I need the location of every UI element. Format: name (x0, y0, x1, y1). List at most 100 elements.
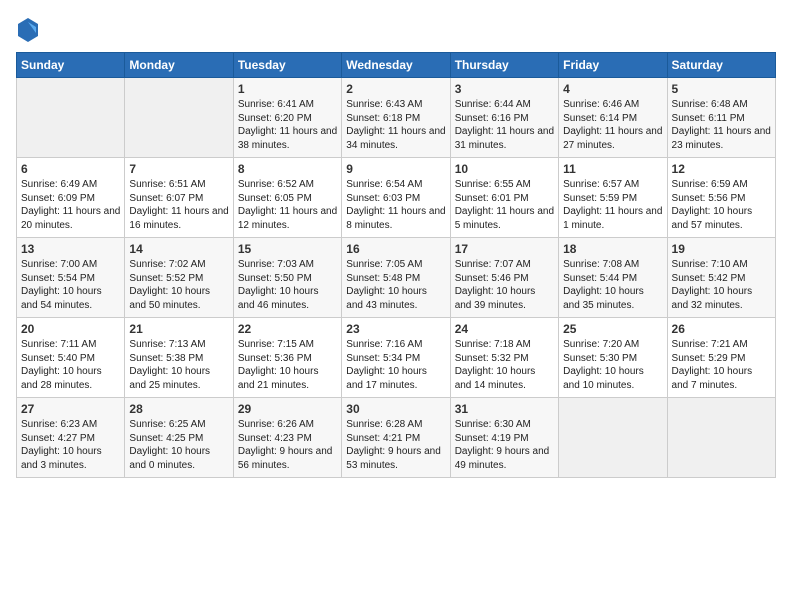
calendar-cell: 22 Sunrise: 7:15 AM Sunset: 5:36 PM Dayli… (233, 318, 341, 398)
day-number: 4 (563, 82, 662, 96)
logo (16, 16, 44, 44)
day-info: Sunrise: 6:51 AM Sunset: 6:07 PM Dayligh… (129, 178, 228, 232)
calendar-week-row: 20Sunrise: 7:11 AM Sunset: 5:40 PM Dayli… (17, 318, 776, 398)
day-number: 13 (21, 242, 120, 256)
day-info: Sunrise: 6:25 AM Sunset: 4:25 PM Dayligh… (129, 418, 228, 472)
day-info: Sunrise: 7:13 AM Sunset: 5:38 PM Dayligh… (129, 338, 228, 392)
calendar-cell: 10 Sunrise: 6:55 AM Sunset: 6:01 PM Dayli… (450, 158, 558, 238)
day-info: Sunrise: 6:46 AM Sunset: 6:14 PM Dayligh… (563, 98, 662, 152)
day-number: 22 (238, 322, 337, 336)
calendar-cell: 23 Sunrise: 7:16 AM Sunset: 5:34 PM Dayli… (342, 318, 450, 398)
day-info: Sunrise: 6:43 AM Sunset: 6:18 PM Dayligh… (346, 98, 445, 152)
logo-icon (16, 16, 40, 44)
calendar-cell: 20Sunrise: 7:11 AM Sunset: 5:40 PM Dayli… (17, 318, 125, 398)
day-info: Sunrise: 7:20 AM Sunset: 5:30 PM Dayligh… (563, 338, 662, 392)
day-info: Sunrise: 7:18 AM Sunset: 5:32 PM Dayligh… (455, 338, 554, 392)
calendar-cell: 7 Sunrise: 6:51 AM Sunset: 6:07 PM Daylig… (125, 158, 233, 238)
day-number: 16 (346, 242, 445, 256)
day-info: Sunrise: 6:59 AM Sunset: 5:56 PM Dayligh… (672, 178, 771, 232)
calendar-cell: 16 Sunrise: 7:05 AM Sunset: 5:48 PM Dayli… (342, 238, 450, 318)
calendar-cell: 6 Sunrise: 6:49 AM Sunset: 6:09 PM Daylig… (17, 158, 125, 238)
day-number: 21 (129, 322, 228, 336)
day-info: Sunrise: 7:16 AM Sunset: 5:34 PM Dayligh… (346, 338, 445, 392)
day-number: 1 (238, 82, 337, 96)
day-header-friday: Friday (559, 53, 667, 78)
calendar-cell: 31 Sunrise: 6:30 AM Sunset: 4:19 PM Dayli… (450, 398, 558, 478)
day-number: 28 (129, 402, 228, 416)
calendar-cell: 1 Sunrise: 6:41 AM Sunset: 6:20 PM Daylig… (233, 78, 341, 158)
calendar-week-row: 1 Sunrise: 6:41 AM Sunset: 6:20 PM Daylig… (17, 78, 776, 158)
calendar-cell: 2 Sunrise: 6:43 AM Sunset: 6:18 PM Daylig… (342, 78, 450, 158)
day-number: 14 (129, 242, 228, 256)
day-number: 18 (563, 242, 662, 256)
day-header-sunday: Sunday (17, 53, 125, 78)
calendar-table: SundayMondayTuesdayWednesdayThursdayFrid… (16, 52, 776, 478)
calendar-cell: 8 Sunrise: 6:52 AM Sunset: 6:05 PM Daylig… (233, 158, 341, 238)
day-info: Sunrise: 7:08 AM Sunset: 5:44 PM Dayligh… (563, 258, 662, 312)
calendar-cell: 15 Sunrise: 7:03 AM Sunset: 5:50 PM Dayli… (233, 238, 341, 318)
day-info: Sunrise: 7:15 AM Sunset: 5:36 PM Dayligh… (238, 338, 337, 392)
calendar-cell: 3 Sunrise: 6:44 AM Sunset: 6:16 PM Daylig… (450, 78, 558, 158)
day-info: Sunrise: 6:52 AM Sunset: 6:05 PM Dayligh… (238, 178, 337, 232)
calendar-cell: 25 Sunrise: 7:20 AM Sunset: 5:30 PM Dayli… (559, 318, 667, 398)
page-header (16, 16, 776, 44)
day-number: 25 (563, 322, 662, 336)
day-info: Sunrise: 6:49 AM Sunset: 6:09 PM Dayligh… (21, 178, 120, 232)
day-number: 8 (238, 162, 337, 176)
day-info: Sunrise: 6:54 AM Sunset: 6:03 PM Dayligh… (346, 178, 445, 232)
day-number: 10 (455, 162, 554, 176)
day-info: Sunrise: 7:07 AM Sunset: 5:46 PM Dayligh… (455, 258, 554, 312)
day-number: 17 (455, 242, 554, 256)
day-number: 31 (455, 402, 554, 416)
day-info: Sunrise: 6:57 AM Sunset: 5:59 PM Dayligh… (563, 178, 662, 232)
day-number: 23 (346, 322, 445, 336)
day-info: Sunrise: 6:55 AM Sunset: 6:01 PM Dayligh… (455, 178, 554, 232)
calendar-cell: 28 Sunrise: 6:25 AM Sunset: 4:25 PM Dayli… (125, 398, 233, 478)
day-number: 15 (238, 242, 337, 256)
day-header-thursday: Thursday (450, 53, 558, 78)
day-number: 19 (672, 242, 771, 256)
day-info: Sunrise: 6:28 AM Sunset: 4:21 PM Dayligh… (346, 418, 445, 472)
calendar-header-row: SundayMondayTuesdayWednesdayThursdayFrid… (17, 53, 776, 78)
day-info: Sunrise: 7:03 AM Sunset: 5:50 PM Dayligh… (238, 258, 337, 312)
day-info: Sunrise: 6:48 AM Sunset: 6:11 PM Dayligh… (672, 98, 771, 152)
day-header-monday: Monday (125, 53, 233, 78)
day-info: Sunrise: 7:05 AM Sunset: 5:48 PM Dayligh… (346, 258, 445, 312)
day-info: Sunrise: 6:41 AM Sunset: 6:20 PM Dayligh… (238, 98, 337, 152)
day-number: 26 (672, 322, 771, 336)
day-info: Sunrise: 7:10 AM Sunset: 5:42 PM Dayligh… (672, 258, 771, 312)
day-number: 30 (346, 402, 445, 416)
day-number: 29 (238, 402, 337, 416)
calendar-cell: 27 Sunrise: 6:23 AM Sunset: 4:27 PM Dayli… (17, 398, 125, 478)
day-number: 12 (672, 162, 771, 176)
calendar-cell (667, 398, 775, 478)
day-header-wednesday: Wednesday (342, 53, 450, 78)
calendar-cell (17, 78, 125, 158)
day-number: 3 (455, 82, 554, 96)
calendar-cell: 13 Sunrise: 7:00 AM Sunset: 5:54 PM Dayli… (17, 238, 125, 318)
calendar-cell: 14Sunrise: 7:02 AM Sunset: 5:52 PM Dayli… (125, 238, 233, 318)
calendar-cell: 12 Sunrise: 6:59 AM Sunset: 5:56 PM Dayli… (667, 158, 775, 238)
calendar-week-row: 6 Sunrise: 6:49 AM Sunset: 6:09 PM Daylig… (17, 158, 776, 238)
day-number: 9 (346, 162, 445, 176)
calendar-cell: 30 Sunrise: 6:28 AM Sunset: 4:21 PM Dayli… (342, 398, 450, 478)
day-number: 24 (455, 322, 554, 336)
day-number: 2 (346, 82, 445, 96)
day-number: 6 (21, 162, 120, 176)
day-number: 11 (563, 162, 662, 176)
day-number: 7 (129, 162, 228, 176)
calendar-cell: 26Sunrise: 7:21 AM Sunset: 5:29 PM Dayli… (667, 318, 775, 398)
day-number: 5 (672, 82, 771, 96)
calendar-cell: 29 Sunrise: 6:26 AM Sunset: 4:23 PM Dayli… (233, 398, 341, 478)
calendar-cell: 9 Sunrise: 6:54 AM Sunset: 6:03 PM Daylig… (342, 158, 450, 238)
day-info: Sunrise: 6:30 AM Sunset: 4:19 PM Dayligh… (455, 418, 554, 472)
calendar-cell: 11 Sunrise: 6:57 AM Sunset: 5:59 PM Dayli… (559, 158, 667, 238)
calendar-week-row: 27 Sunrise: 6:23 AM Sunset: 4:27 PM Dayli… (17, 398, 776, 478)
calendar-cell (125, 78, 233, 158)
day-number: 27 (21, 402, 120, 416)
day-info: Sunrise: 6:44 AM Sunset: 6:16 PM Dayligh… (455, 98, 554, 152)
day-info: Sunrise: 6:23 AM Sunset: 4:27 PM Dayligh… (21, 418, 120, 472)
day-info: Sunrise: 7:00 AM Sunset: 5:54 PM Dayligh… (21, 258, 120, 312)
day-info: Sunrise: 6:26 AM Sunset: 4:23 PM Dayligh… (238, 418, 337, 472)
day-header-saturday: Saturday (667, 53, 775, 78)
